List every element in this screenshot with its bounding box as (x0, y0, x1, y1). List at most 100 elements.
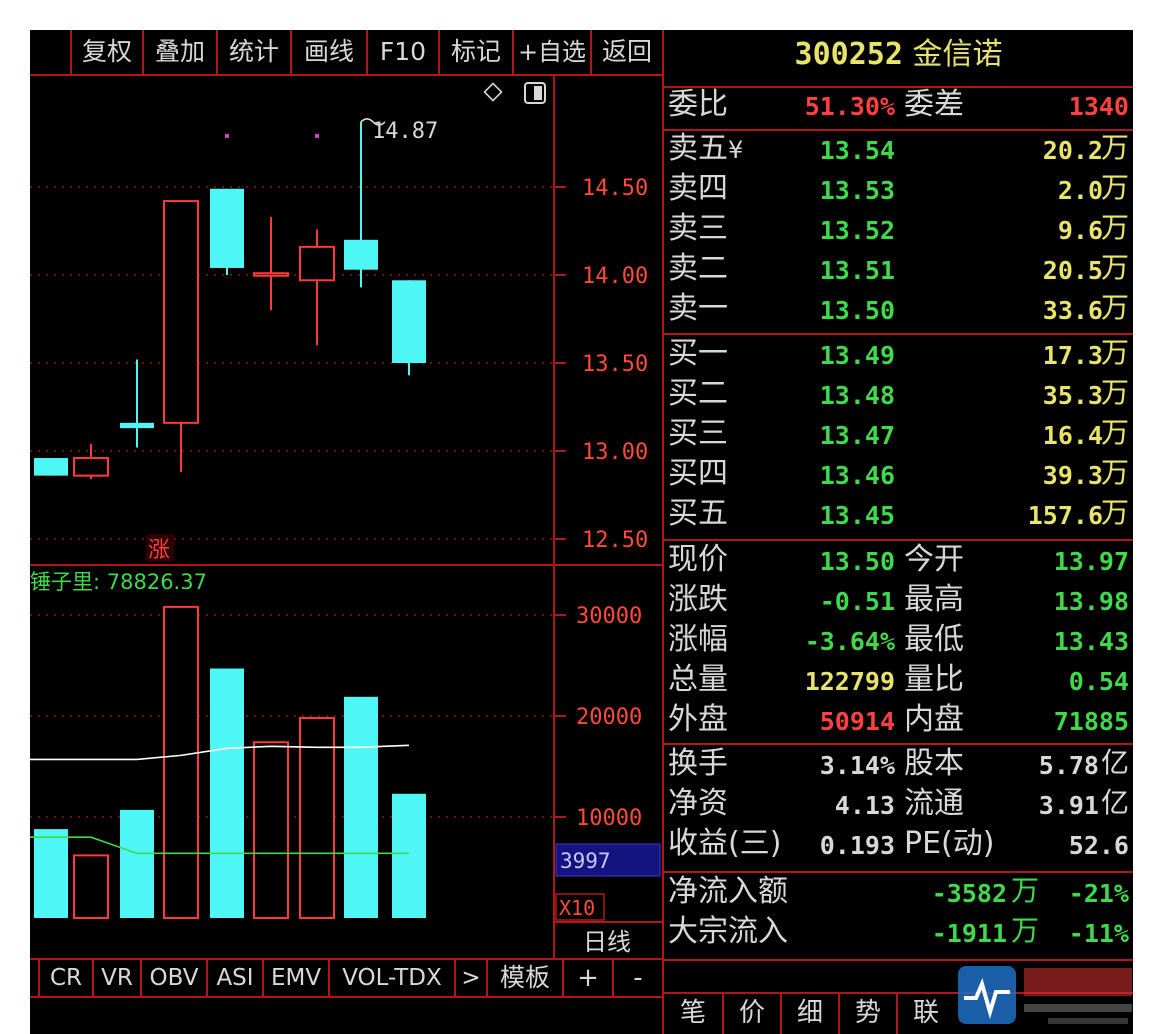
indicator-tab-asi[interactable]: ASI (206, 960, 262, 996)
indicator-tab-obv[interactable]: OBV (140, 960, 206, 996)
toolbar-button-back[interactable]: 返回 (590, 30, 662, 74)
sell-label-text: 卖三 (668, 211, 728, 246)
toolbar-button-fuquan[interactable]: 复权 (70, 30, 142, 74)
flow-amount: -1911 (931, 919, 1007, 948)
signal-dot (225, 133, 229, 138)
quote-label: 今开 (904, 542, 964, 577)
period-label[interactable]: 日线 (583, 928, 631, 956)
chart-area[interactable]: 14.50 14.00 13.50 13.00 12.50 30000 20000 10000… (30, 76, 662, 1034)
quote-value: 13.97 (1053, 547, 1129, 576)
indicator-tab-emv[interactable]: EMV (262, 960, 328, 996)
sell-volume-unit: 万 (1100, 171, 1129, 204)
fundamental-value: 3.91 (1038, 791, 1099, 820)
toolbar-button-overlay[interactable]: 叠加 (142, 30, 216, 74)
grid-lines (30, 186, 554, 818)
fundamental-value: 5.78 (1038, 751, 1099, 780)
tab-jia[interactable]: 价 (722, 992, 780, 1034)
buy-label: 买三 (668, 416, 728, 451)
axis-ticks: 14.50 14.00 13.50 13.00 12.50 30000 20000 10000 (554, 176, 648, 831)
separator (664, 743, 1133, 745)
price-tick-label: 14.00 (582, 264, 648, 289)
sell-label-text: 卖一 (668, 291, 728, 326)
sell-label: 卖三 (668, 214, 728, 244)
sell-volume-unit: 万 (1100, 131, 1129, 164)
volume-bar (253, 741, 289, 920)
quote-label: 涨幅 (668, 622, 728, 657)
sell-price: 13.53 (819, 176, 895, 205)
stock-name: 金信诺 (912, 37, 1003, 72)
candle-body (299, 245, 335, 282)
fundamental-label: PE(动) (904, 826, 995, 861)
separator (664, 539, 1133, 541)
price-tick-label: 14.50 (582, 176, 648, 201)
flow-unit: 万 (1010, 874, 1039, 907)
buy-volume-unit: 万 (1100, 456, 1129, 489)
quote-value: -3.64% (804, 627, 895, 656)
weibi-value: 51.30% (804, 92, 895, 121)
sell-price: 13.51 (819, 256, 895, 285)
fundamental-value: 4.13 (834, 791, 895, 820)
quote-label: 内盘 (904, 702, 964, 737)
sell-volume: 9.6 (1057, 216, 1103, 245)
quote-value: -0.51 (819, 587, 895, 616)
zoom-in-button[interactable]: + (562, 960, 612, 996)
candle-body (163, 200, 199, 424)
buy-price: 13.48 (819, 381, 895, 410)
quote-value: 13.98 (1053, 587, 1129, 616)
toolbar-button-mark[interactable]: 标记 (438, 30, 512, 74)
quote-label: 外盘 (668, 702, 728, 737)
quote-value: 13.50 (819, 547, 895, 576)
sell-volume-unit: 万 (1100, 251, 1129, 284)
quote-label: 总量 (668, 662, 728, 697)
volume-bars (34, 605, 426, 920)
buy-volume: 157.6 (1027, 501, 1103, 530)
toolbar-button-draw[interactable]: 画线 (290, 30, 366, 74)
panel-toggle-icon[interactable] (524, 82, 546, 104)
candle-body (120, 422, 154, 429)
multiplier-label: X10 (559, 896, 595, 920)
volume-tick-label: 10000 (576, 806, 642, 831)
tab-xi[interactable]: 细 (780, 992, 838, 1034)
toolbar-button-f10[interactable]: F10 (366, 30, 438, 74)
volume-bar (34, 829, 68, 918)
buy-price: 13.45 (819, 501, 895, 530)
candle-body (392, 280, 426, 363)
indicator-tab-vr[interactable]: VR (92, 960, 140, 996)
template-button[interactable]: 模板 (486, 960, 562, 996)
quote-value: 13.43 (1053, 627, 1129, 656)
sell-volume-unit: 万 (1100, 291, 1129, 324)
kline-volume-chart[interactable]: 14.50 14.00 13.50 13.00 12.50 30000 20000 10000… (30, 76, 662, 958)
sell-volume: 2.0 (1057, 176, 1103, 205)
candle-body (73, 457, 109, 477)
quote-label: 量比 (904, 662, 964, 697)
tab-lian[interactable]: 联 (896, 992, 954, 1034)
sell-label: 卖一 (668, 294, 728, 324)
volume-legend: 锤子里: 78826.37 (30, 570, 207, 594)
weibi-label: 委比 (668, 87, 728, 122)
flow-pct: -11% (1068, 919, 1129, 948)
quote-value: 0.54 (1068, 667, 1129, 696)
price-tick-label: 12.50 (582, 528, 648, 553)
buy-price: 13.47 (819, 421, 895, 450)
fundamental-unit: 亿 (1100, 786, 1129, 819)
fundamental-value: 3.14% (819, 751, 895, 780)
separator (664, 129, 1133, 131)
indicator-tab-vol-tdx[interactable]: VOL-TDX (328, 960, 454, 996)
indicator-tab-more[interactable]: > (454, 960, 486, 996)
tab-shi[interactable]: 势 (838, 992, 896, 1034)
quote-label: 最高 (904, 582, 964, 617)
sell-label: 卖二 (668, 254, 728, 284)
buy-label: 买五 (668, 496, 728, 531)
buy-price: 13.46 (819, 461, 895, 490)
toolbar-button-add-watchlist[interactable]: +自选 (512, 30, 590, 74)
buy-volume-unit: 万 (1100, 376, 1129, 409)
flow-amount: -3582 (931, 879, 1007, 908)
tab-bi[interactable]: 笔 (664, 992, 722, 1034)
indicator-tab-cr[interactable]: CR (38, 960, 92, 996)
volume-bar (73, 854, 109, 920)
volume-bar (163, 605, 199, 919)
toolbar-button-stats[interactable]: 统计 (216, 30, 290, 74)
zoom-out-button[interactable]: - (612, 960, 662, 996)
diamond-icon[interactable] (483, 82, 503, 102)
quote-label: 涨跌 (668, 582, 728, 617)
